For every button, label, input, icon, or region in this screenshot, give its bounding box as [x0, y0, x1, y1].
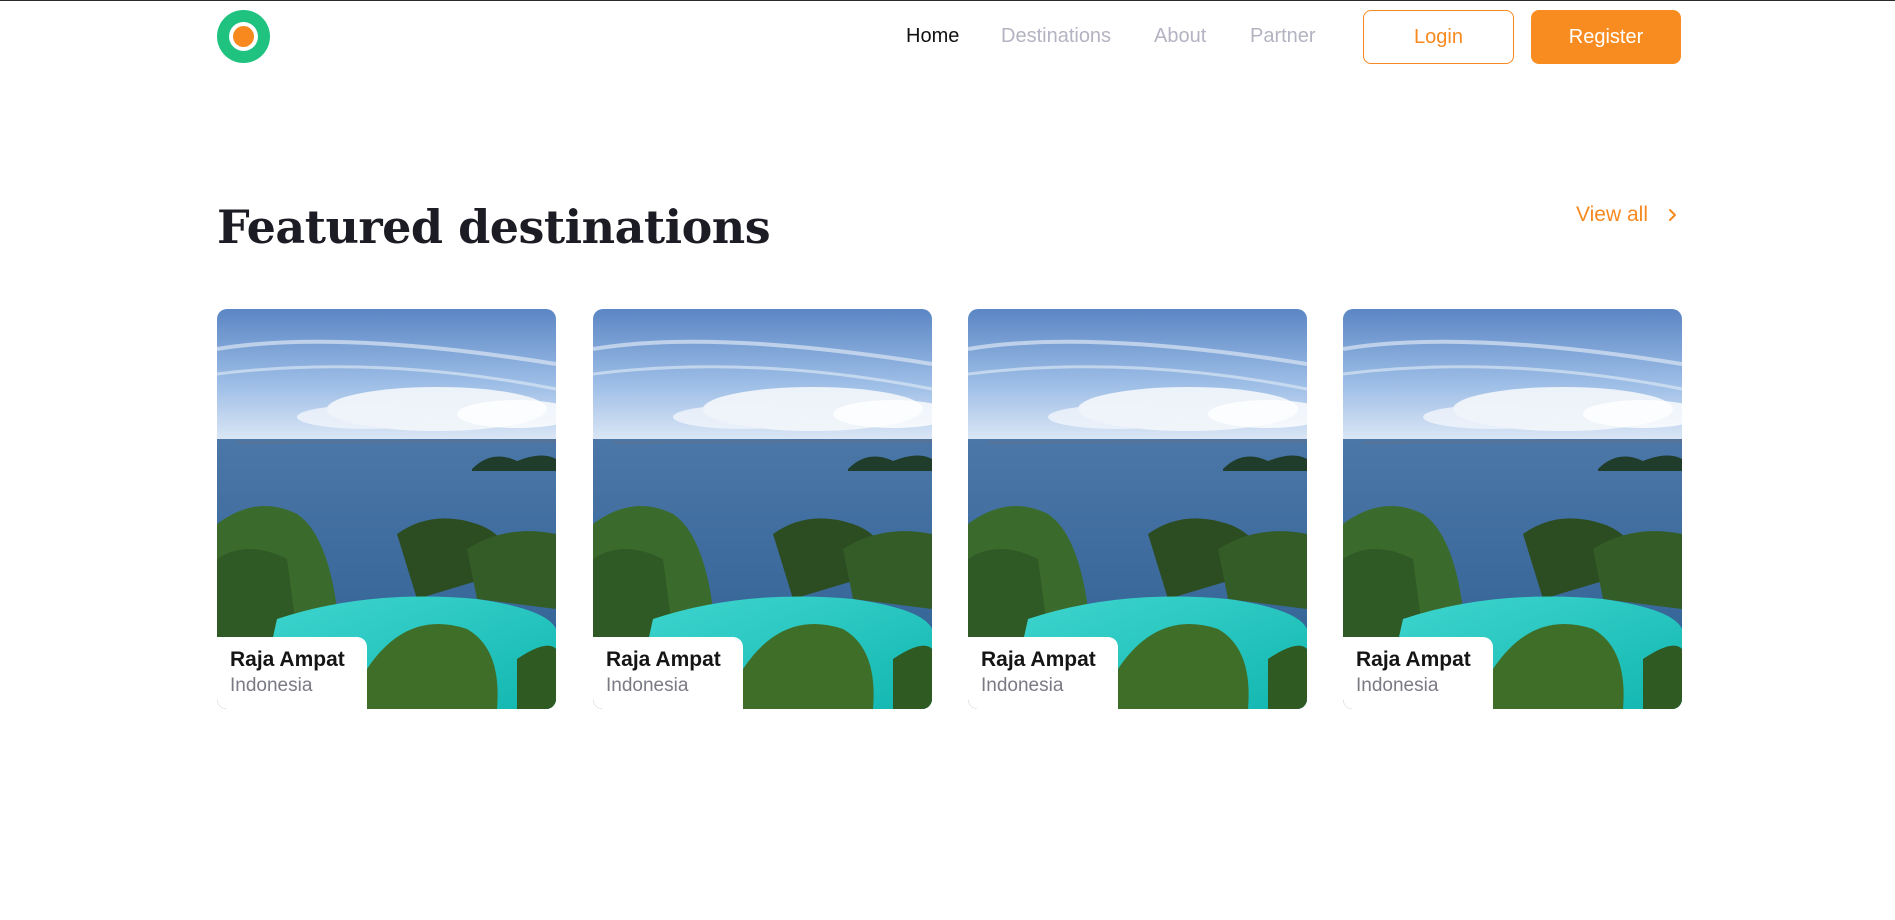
- nav-home-link[interactable]: Home: [906, 22, 959, 50]
- card-label: Raja Ampat Indonesia: [217, 637, 367, 709]
- card-label: Raja Ampat Indonesia: [1343, 637, 1493, 709]
- logo-dot: [233, 26, 254, 47]
- card-country: Indonesia: [1356, 675, 1439, 696]
- register-button[interactable]: Register: [1531, 10, 1681, 64]
- card-country: Indonesia: [230, 675, 313, 696]
- card-title: Raja Ampat: [981, 648, 1096, 671]
- card-country: Indonesia: [606, 675, 689, 696]
- card-title: Raja Ampat: [1356, 648, 1471, 671]
- card-label: Raja Ampat Indonesia: [968, 637, 1118, 709]
- chevron-right-icon: [1668, 209, 1676, 221]
- card-title: Raja Ampat: [230, 648, 345, 671]
- login-button[interactable]: Login: [1363, 10, 1514, 64]
- destination-card[interactable]: Raja Ampat Indonesia: [593, 309, 932, 709]
- view-all-label: View all: [1576, 203, 1648, 226]
- card-title: Raja Ampat: [606, 648, 721, 671]
- view-all-link[interactable]: View all: [1576, 201, 1682, 229]
- nav-destinations-link[interactable]: Destinations: [1001, 22, 1111, 50]
- logo-ring-icon: [229, 22, 258, 51]
- nav-partner-link[interactable]: Partner: [1250, 22, 1316, 50]
- card-country: Indonesia: [981, 675, 1064, 696]
- destination-card[interactable]: Raja Ampat Indonesia: [1343, 309, 1682, 709]
- destination-card[interactable]: Raja Ampat Indonesia: [217, 309, 556, 709]
- nav-about-link[interactable]: About: [1154, 22, 1206, 50]
- brand-logo[interactable]: [217, 10, 270, 63]
- card-label: Raja Ampat Indonesia: [593, 637, 743, 709]
- destination-card[interactable]: Raja Ampat Indonesia: [968, 309, 1307, 709]
- section-title: Featured destinations: [217, 200, 771, 254]
